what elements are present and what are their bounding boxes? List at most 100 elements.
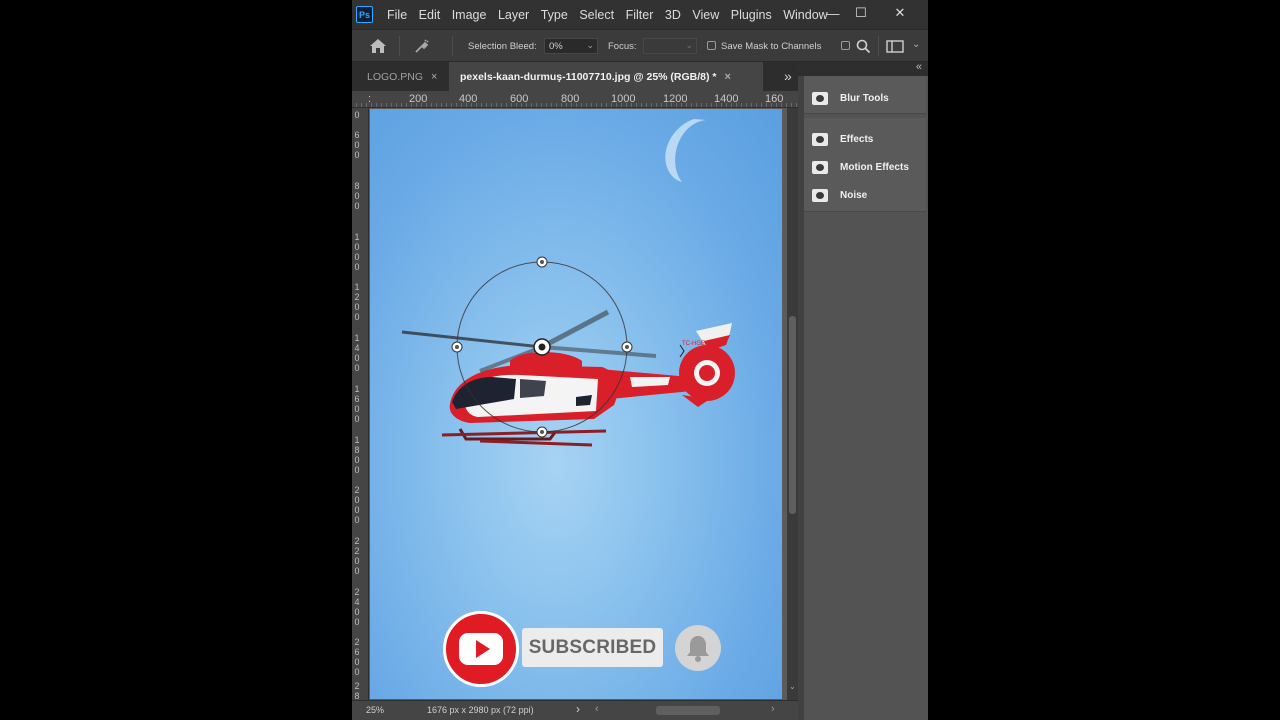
document-tab-bar: LOGO.PNG × pexels-kaan-durmuş-11007710.j… — [352, 62, 798, 91]
scroll-left-icon[interactable]: ‹ — [595, 703, 599, 715]
tab-label: pexels-kaan-durmuş-11007710.jpg @ 25% (R… — [460, 70, 717, 83]
maximize-button[interactable]: ☐ — [851, 3, 871, 23]
ruler-label: 1800 — [354, 435, 360, 475]
photoshop-logo[interactable]: Ps — [356, 6, 373, 23]
horizontal-ruler: : 200 400 600 800 1000 1200 1400 160 — [352, 91, 798, 108]
vertical-ruler: 0 600 800 1000 1200 1400 1600 1800 2000 … — [352, 108, 369, 720]
selection-bleed-input[interactable]: 0% ⌄ — [544, 38, 598, 54]
ruler-label: 600 — [510, 93, 529, 105]
separator — [399, 36, 400, 56]
panel-toggle-icon — [812, 91, 828, 105]
blur-tools-group: Blur Tools — [804, 76, 926, 114]
menu-filter[interactable]: Filter — [626, 8, 654, 22]
helicopter-photo[interactable]: TC-HGE SUBSCRIBED — [370, 109, 782, 699]
menu-layer[interactable]: Layer — [498, 8, 529, 22]
panel-toggle-icon — [812, 132, 828, 146]
focus-label: Focus: — [608, 41, 637, 52]
selection-bleed-value: 0% — [549, 41, 563, 52]
menu-select[interactable]: Select — [579, 8, 614, 22]
zoom-level[interactable]: 25% — [366, 705, 384, 715]
ruler-label: 2200 — [354, 536, 360, 576]
ruler-label: 160 — [765, 93, 784, 105]
options-bar: Selection Bleed: 0% ⌄ Focus: ⌄ Save Mask… — [352, 29, 928, 62]
workspace-icon[interactable] — [886, 40, 904, 58]
tab-logo-png[interactable]: LOGO.PNG × — [352, 62, 449, 91]
play-triangle — [475, 640, 490, 658]
panel-item-label: Motion Effects — [840, 161, 909, 173]
panel-toggle-icon — [812, 160, 828, 174]
canvas-area[interactable]: TC-HGE SUBSCRIBED — [369, 108, 787, 700]
panel-item-effects[interactable]: Effects — [812, 130, 873, 148]
quick-selection-tool-icon[interactable] — [413, 38, 431, 59]
search-icon[interactable] — [856, 39, 871, 59]
close-window-button[interactable]: ✕ — [890, 3, 910, 23]
ruler-label: 1200 — [663, 93, 688, 105]
bell-icon — [687, 636, 709, 662]
selection-bleed-label: Selection Bleed: — [468, 41, 537, 52]
panel-item-label: Noise — [840, 189, 868, 201]
tab-overflow-icon[interactable]: » — [784, 68, 792, 84]
ruler-label: 200 — [409, 93, 428, 105]
ruler-label: 2000 — [354, 485, 360, 525]
youtube-play-icon — [459, 633, 503, 665]
ruler-label: 0 — [354, 110, 360, 120]
ruler-label: 1400 — [714, 93, 739, 105]
ruler-label: 1000 — [611, 93, 636, 105]
status-arrow-icon[interactable]: › — [576, 702, 580, 716]
panel-item-label: Blur Tools — [840, 92, 889, 104]
ruler-label: 1000 — [354, 232, 360, 272]
menu-window[interactable]: Window — [783, 8, 827, 22]
helicopter: TC-HGE — [401, 309, 735, 447]
registration-text: TC-HGE — [682, 341, 705, 347]
scroll-right-icon[interactable]: › — [771, 703, 775, 715]
status-bar: 25% 1676 px x 2980 px (72 ppi) › ‹ › — [352, 700, 798, 720]
ruler-label: 400 — [459, 93, 478, 105]
panel-toggle-icon — [812, 188, 828, 202]
panel-item-label: Effects — [840, 133, 874, 145]
ruler-label: : — [368, 93, 372, 105]
collapse-panels-icon[interactable]: « — [916, 61, 922, 73]
panel-item-noise[interactable]: Noise — [812, 186, 867, 204]
menu-3d[interactable]: 3D — [665, 8, 681, 22]
ruler-label: 800 — [561, 93, 580, 105]
menu-plugins[interactable]: Plugins — [731, 8, 772, 22]
vertical-scrollbar[interactable]: ⌄ — [787, 108, 798, 700]
tab-label: LOGO.PNG — [367, 70, 424, 83]
home-icon[interactable] — [369, 38, 387, 59]
subscribed-button[interactable]: SUBSCRIBED — [522, 628, 663, 667]
menu-file[interactable]: File — [387, 8, 407, 22]
chevron-down-icon: ⌄ — [586, 40, 594, 50]
close-tab-icon[interactable]: × — [725, 71, 731, 83]
scrollbar-thumb[interactable] — [789, 316, 796, 514]
menu-view[interactable]: View — [692, 8, 719, 22]
horizontal-scrollbar-thumb[interactable] — [656, 706, 720, 715]
youtube-logo-circle[interactable] — [443, 611, 519, 687]
chevron-down-icon[interactable]: ⌄ — [912, 39, 920, 50]
notification-bell-button[interactable] — [675, 625, 721, 671]
chevron-down-icon: ⌄ — [685, 40, 693, 50]
document-dimensions: 1676 px x 2980 px (72 ppi) — [427, 705, 534, 715]
moon — [665, 119, 706, 182]
focus-input[interactable]: ⌄ — [643, 38, 697, 54]
scroll-down-icon[interactable]: ⌄ — [789, 682, 796, 691]
ruler-label: 2600 — [354, 637, 360, 677]
high-quality-checkbox[interactable] — [841, 41, 850, 50]
tab-pexels-image[interactable]: pexels-kaan-durmuş-11007710.jpg @ 25% (R… — [449, 62, 763, 91]
menu-image[interactable]: Image — [452, 8, 487, 22]
ruler-label: 2400 — [354, 587, 360, 627]
menu-edit[interactable]: Edit — [419, 8, 441, 22]
menu-type[interactable]: Type — [541, 8, 568, 22]
separator — [878, 36, 879, 56]
ruler-label: 800 — [354, 181, 360, 211]
panel-item-blur-tools[interactable]: Blur Tools — [812, 89, 889, 107]
separator — [452, 36, 453, 56]
ruler-label: 1600 — [354, 384, 360, 424]
ruler-label: 1400 — [354, 333, 360, 373]
close-tab-icon[interactable]: × — [431, 71, 437, 83]
blur-gallery-panel: Blur Tools Effects Motion Effects Noise — [804, 76, 928, 720]
save-mask-checkbox[interactable] — [707, 41, 716, 50]
panel-item-motion-effects[interactable]: Motion Effects — [812, 158, 909, 176]
ruler-label: 600 — [354, 130, 360, 160]
ruler-label: 1200 — [354, 282, 360, 322]
minimize-button[interactable]: — — [823, 3, 843, 23]
